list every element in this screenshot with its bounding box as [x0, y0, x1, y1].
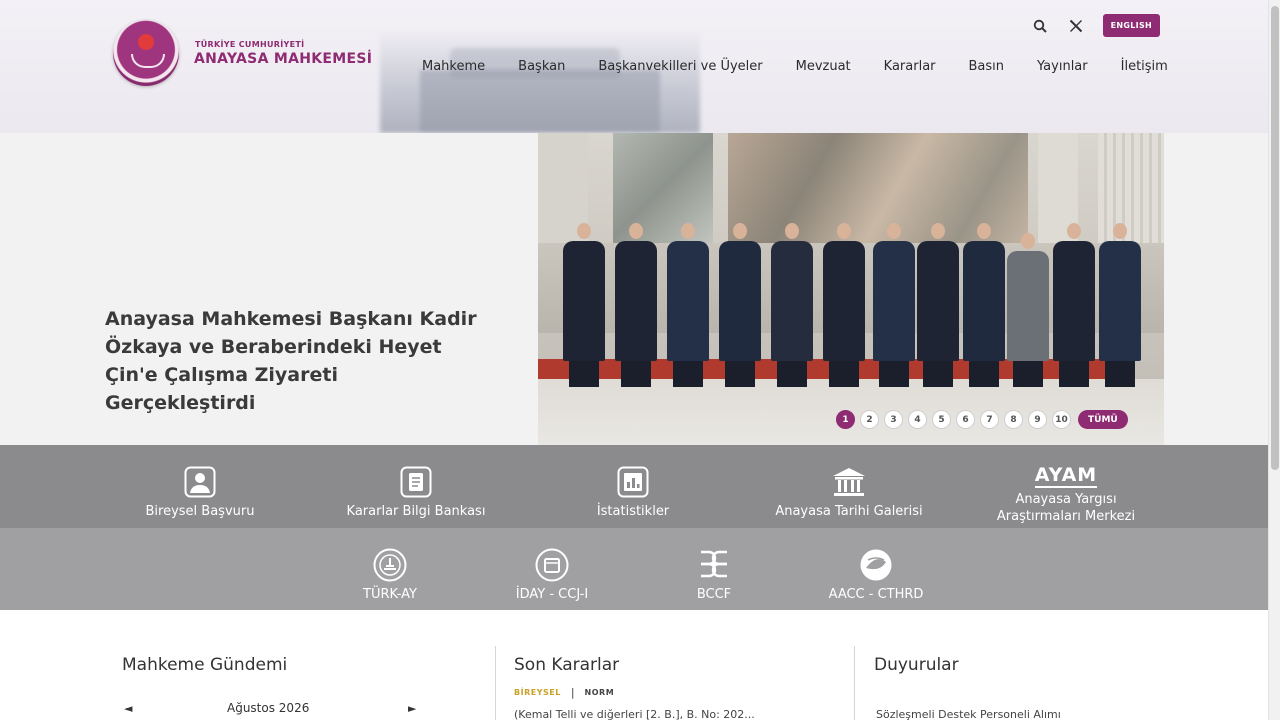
- quick-link-label: İDAY - CCJ-I: [515, 587, 589, 602]
- quick-link-ayam[interactable]: AYAM Anayasa Yargısı Araştırmaları Merke…: [978, 463, 1154, 525]
- tab-norm[interactable]: NORM: [585, 688, 615, 697]
- quick-link-label: AACC - CTHRD: [828, 587, 924, 602]
- header-actions: ENGLISH: [1031, 14, 1160, 37]
- x-social-icon[interactable]: [1067, 17, 1085, 35]
- nav-item-baskanvekilleri[interactable]: Başkanvekilleri ve Üyeler: [598, 59, 762, 74]
- nav-item-baskan[interactable]: Başkan: [518, 59, 565, 74]
- quick-link-label: Anayasa Tarihi Galerisi: [775, 504, 923, 519]
- bar-chart-icon: [617, 465, 649, 499]
- slide-dot[interactable]: 9: [1028, 410, 1047, 429]
- slide-dot[interactable]: 1: [836, 410, 855, 429]
- org-title[interactable]: ANAYASA MAHKEMESİ: [194, 51, 372, 67]
- quick-link-label: İstatistikler: [596, 504, 670, 519]
- slide-dot[interactable]: 10: [1052, 410, 1071, 429]
- calendar-prev-button[interactable]: ◄: [124, 702, 132, 715]
- quick-link-label: TÜRK-AY: [363, 587, 417, 602]
- quick-link-bireysel-basvuru[interactable]: Bireysel Başvuru: [140, 465, 260, 520]
- nav-item-basin[interactable]: Basın: [969, 59, 1005, 74]
- quick-link-kararlar-bilgi-bankasi[interactable]: Kararlar Bilgi Bankası: [340, 465, 492, 520]
- quick-links-secondary: TÜRK-AY İDAY - CCJ-I BCCF AACC - CTHRD: [0, 528, 1268, 610]
- slide-headline[interactable]: Anayasa Mahkemesi Başkanı Kadir Özkaya v…: [105, 305, 485, 417]
- decisions-title: Son Kararlar: [514, 655, 620, 675]
- quick-link-label: BCCF: [696, 587, 732, 602]
- column-divider: [495, 646, 496, 720]
- turk-ay-emblem-icon: [373, 548, 407, 582]
- site-header: TÜRKİYE CUMHURİYETİ ANAYASA MAHKEMESİ EN…: [0, 0, 1268, 133]
- bccf-emblem-icon: [697, 548, 731, 582]
- slide-dot[interactable]: 5: [932, 410, 951, 429]
- quick-link-bccf[interactable]: BCCF: [680, 548, 748, 603]
- tab-separator: |: [570, 686, 575, 699]
- user-badge-icon: [184, 465, 216, 499]
- column-divider: [854, 646, 855, 720]
- announcement-item[interactable]: Sözleşmeli Destek Personeli Alımı: [876, 708, 1061, 720]
- decision-item[interactable]: (Kemal Telli ve diğerleri [2. B.], B. No…: [514, 708, 755, 720]
- page-scrollbar[interactable]: [1268, 0, 1280, 720]
- english-language-button[interactable]: ENGLISH: [1102, 14, 1160, 37]
- slide-dot[interactable]: 3: [884, 410, 903, 429]
- slide-dot[interactable]: 8: [1004, 410, 1023, 429]
- scrollbar-thumb[interactable]: [1271, 6, 1279, 470]
- iday-emblem-icon: [535, 548, 569, 582]
- nav-item-yayinlar[interactable]: Yayınlar: [1037, 59, 1088, 74]
- nav-item-kararlar[interactable]: Kararlar: [884, 59, 936, 74]
- quick-link-label: Anayasa Yargısı Araştırmaları Merkezi: [996, 492, 1136, 524]
- slide-pagination: 1 2 3 4 5 6 7 8 9 10 TÜMÜ: [836, 410, 1128, 429]
- main-nav: Mahkeme Başkan Başkanvekilleri ve Üyeler…: [422, 59, 1168, 74]
- all-slides-button[interactable]: TÜMÜ: [1078, 410, 1128, 429]
- nav-item-mahkeme[interactable]: Mahkeme: [422, 59, 485, 74]
- quick-link-label: Bireysel Başvuru: [145, 504, 255, 519]
- decision-tabs: BİREYSEL | NORM: [514, 686, 614, 699]
- slide-photo[interactable]: [538, 133, 1164, 445]
- nav-item-iletisim[interactable]: İletişim: [1121, 59, 1168, 74]
- quick-link-istatistikler[interactable]: İstatistikler: [585, 465, 681, 520]
- aacc-emblem-icon: [859, 548, 893, 582]
- quick-link-iday[interactable]: İDAY - CCJ-I: [496, 548, 608, 603]
- agenda-title: Mahkeme Gündemi: [122, 655, 288, 675]
- header-building-image: [380, 30, 700, 133]
- courthouse-icon: [831, 465, 867, 499]
- calendar-next-button[interactable]: ►: [408, 702, 416, 715]
- ayam-logo: AYAM: [1034, 464, 1098, 488]
- quick-link-turk-ay[interactable]: TÜRK-AY: [344, 548, 436, 603]
- calendar-month: Ağustos 2026: [227, 701, 310, 715]
- slide-dot[interactable]: 4: [908, 410, 927, 429]
- quick-link-anayasa-tarihi-galerisi[interactable]: Anayasa Tarihi Galerisi: [765, 465, 933, 520]
- quick-links-primary: Bireysel Başvuru Kararlar Bilgi Bankası …: [0, 445, 1268, 528]
- document-icon: [400, 465, 432, 499]
- tab-bireysel[interactable]: BİREYSEL: [514, 688, 561, 697]
- search-icon[interactable]: [1031, 17, 1049, 35]
- slide-dot[interactable]: 2: [860, 410, 879, 429]
- quick-link-label: Kararlar Bilgi Bankası: [346, 504, 486, 519]
- quick-link-aacc[interactable]: AACC - CTHRD: [816, 548, 936, 603]
- slide-dot[interactable]: 6: [956, 410, 975, 429]
- org-subtitle: TÜRKİYE CUMHURİYETİ: [195, 40, 305, 49]
- announcements-title: Duyurular: [874, 655, 959, 675]
- court-logo[interactable]: [113, 20, 179, 86]
- news-slider: Anayasa Mahkemesi Başkanı Kadir Özkaya v…: [0, 133, 1268, 445]
- nav-item-mevzuat[interactable]: Mevzuat: [796, 59, 851, 74]
- slide-dot[interactable]: 7: [980, 410, 999, 429]
